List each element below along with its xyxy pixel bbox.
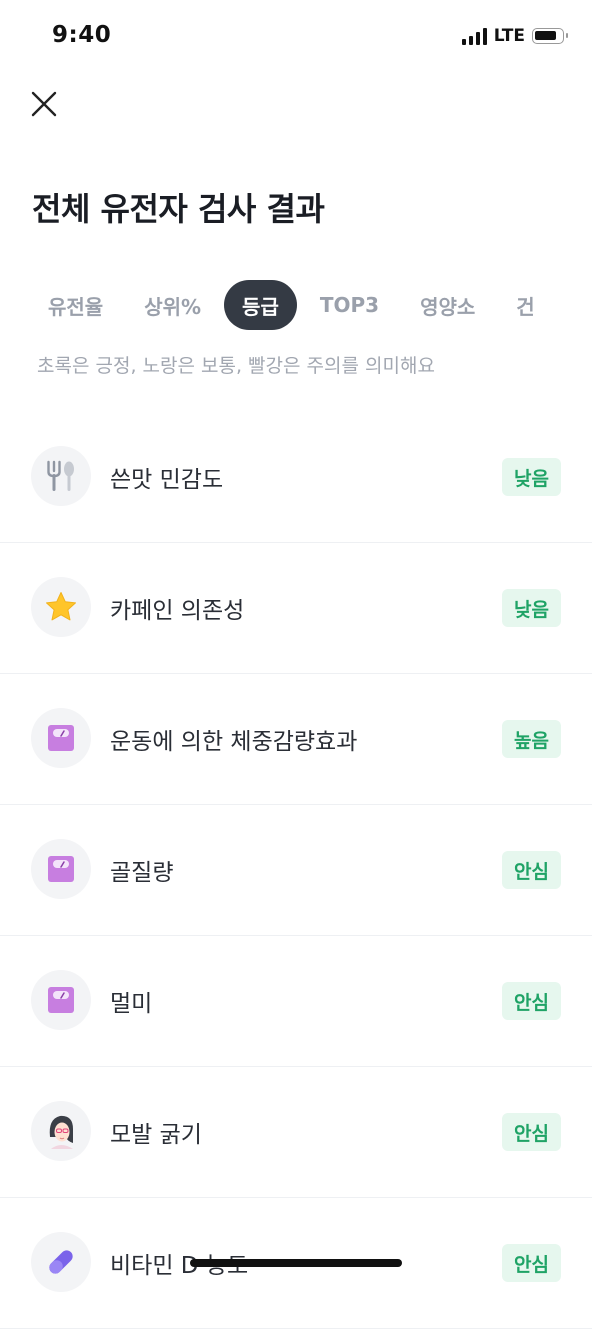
item-icon bbox=[31, 577, 91, 637]
network-type: LTE bbox=[493, 26, 525, 46]
pill-icon bbox=[49, 1250, 73, 1274]
item-label: 모발 굵기 bbox=[110, 1122, 202, 1148]
list-item[interactable]: 쓴맛 민감도 낮음 bbox=[0, 412, 592, 543]
list-item[interactable]: 카페인 의존성 낮음 bbox=[0, 543, 592, 674]
item-icon bbox=[31, 1101, 91, 1161]
close-button[interactable] bbox=[28, 88, 60, 120]
tab-heritability[interactable]: 유전율 bbox=[30, 280, 121, 330]
tab-nutrients[interactable]: 영양소 bbox=[402, 280, 493, 330]
signal-icon bbox=[461, 27, 487, 45]
tab-health[interactable]: 건 bbox=[498, 280, 552, 330]
grade-badge: 낮음 bbox=[502, 458, 561, 496]
woman-face-icon bbox=[49, 1115, 73, 1149]
status-bar: 9:40 LTE bbox=[0, 0, 592, 76]
utensils-icon bbox=[47, 460, 74, 491]
battery-icon bbox=[532, 28, 568, 44]
item-label: 쓴맛 민감도 bbox=[110, 467, 224, 493]
list-item[interactable]: 멀미 안심 bbox=[0, 936, 592, 1067]
item-label: 골질량 bbox=[110, 860, 174, 886]
list-item[interactable]: 골질량 안심 bbox=[0, 805, 592, 936]
scale-icon bbox=[48, 725, 74, 751]
page-title: 전체 유전자 검사 결과 bbox=[32, 190, 325, 228]
list-item[interactable]: 운동에 의한 체중감량효과 높음 bbox=[0, 674, 592, 805]
status-indicators: LTE bbox=[461, 26, 568, 46]
grade-badge: 안심 bbox=[502, 851, 561, 889]
scale-icon bbox=[48, 856, 74, 882]
grade-badge: 안심 bbox=[502, 1244, 561, 1282]
grade-badge: 안심 bbox=[502, 982, 561, 1020]
item-label: 멀미 bbox=[110, 991, 153, 1017]
grade-badge: 높음 bbox=[502, 720, 561, 758]
tab-bar: 유전율 상위% 등급 TOP3 영양소 건 bbox=[30, 280, 592, 332]
star-icon bbox=[46, 592, 76, 621]
item-icon bbox=[31, 839, 91, 899]
item-icon bbox=[31, 708, 91, 768]
close-icon bbox=[31, 91, 57, 117]
list-item[interactable]: 모발 굵기 안심 bbox=[0, 1067, 592, 1198]
grade-badge: 안심 bbox=[502, 1113, 561, 1151]
item-icon bbox=[31, 446, 91, 506]
grade-legend-text: 초록은 긍정, 노랑은 보통, 빨강은 주의를 의미해요 bbox=[37, 355, 435, 377]
home-indicator[interactable] bbox=[190, 1259, 402, 1267]
grade-badge: 낮음 bbox=[502, 589, 561, 627]
tab-top-percent[interactable]: 상위% bbox=[126, 280, 219, 330]
scale-icon bbox=[48, 987, 74, 1013]
item-icon bbox=[31, 970, 91, 1030]
status-time: 9:40 bbox=[52, 22, 112, 48]
tab-top3[interactable]: TOP3 bbox=[302, 280, 397, 330]
results-list: 쓴맛 민감도 낮음 카페인 의존성 낮음 운동에 의한 체중감량효과 높음 골질… bbox=[0, 412, 592, 1329]
tab-grade[interactable]: 등급 bbox=[224, 280, 297, 330]
item-label: 운동에 의한 체중감량효과 bbox=[110, 729, 358, 755]
item-icon bbox=[31, 1232, 91, 1292]
item-label: 카페인 의존성 bbox=[110, 598, 245, 624]
